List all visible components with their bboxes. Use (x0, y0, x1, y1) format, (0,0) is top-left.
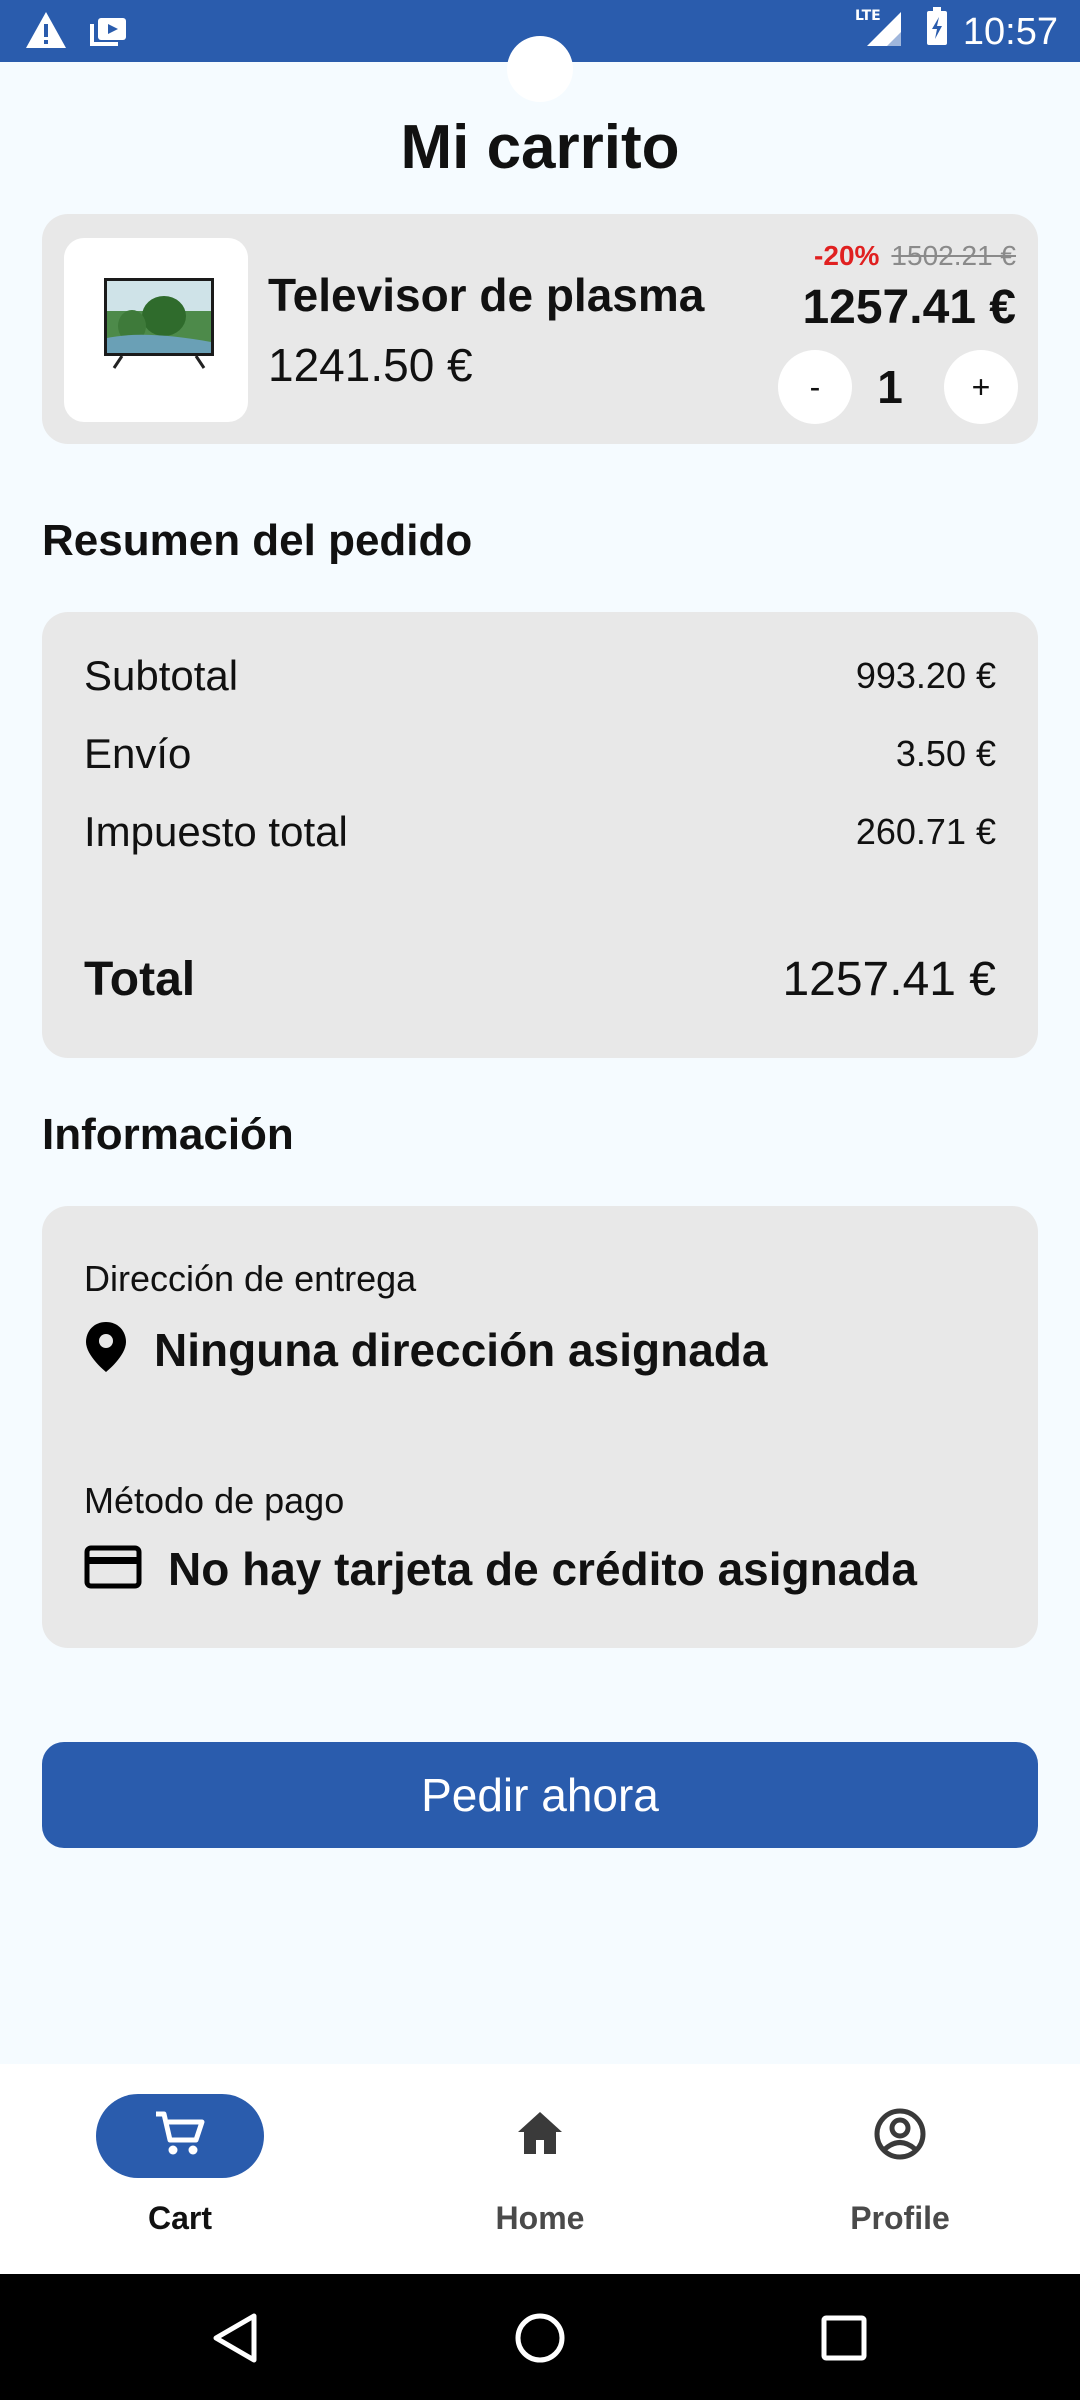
nav-label-home: Home (495, 2200, 585, 2236)
bottom-navigation: Cart Home Profile (0, 2064, 1080, 2274)
summary-value: 993.20 € (855, 655, 996, 696)
credit-card-icon (84, 1545, 142, 1594)
discount-badge: -20% (814, 240, 880, 271)
battery-icon (925, 7, 949, 57)
product-image[interactable] (64, 238, 248, 422)
summary-label: Impuesto total (84, 808, 348, 855)
nav-label-profile: Profile (850, 2200, 950, 2236)
summary-heading: Resumen del pedido (42, 516, 473, 565)
lte-signal-icon: LTE (855, 6, 911, 58)
summary-row-subtotal: Subtotal 993.20 € (84, 652, 996, 700)
original-price: 1502.21 € (891, 240, 1016, 271)
price-meta: -20% 1502.21 € (814, 240, 1016, 272)
product-name: Televisor de plasma (268, 269, 705, 321)
home-circle-icon[interactable] (514, 2312, 566, 2369)
product-unit-price: 1241.50 € (268, 339, 473, 391)
decrease-quantity-button[interactable]: - (778, 350, 852, 424)
quantity-value: 1 (877, 361, 903, 413)
nav-label-cart: Cart (147, 2200, 212, 2236)
summary-row-tax: Impuesto total 260.71 € (84, 808, 996, 856)
total-label: Total (84, 953, 196, 1006)
summary-value: 260.71 € (855, 811, 996, 852)
location-pin-icon (84, 1320, 128, 1379)
cart-item-card: Televisor de plasma 1241.50 € -20% 1502.… (42, 214, 1038, 444)
recents-icon[interactable] (820, 2314, 868, 2367)
order-summary-card: Subtotal 993.20 € Envío 3.50 € Impuesto … (42, 612, 1038, 1058)
nav-item-home[interactable]: Home (420, 2094, 660, 2237)
item-total-price: 1257.41 € (802, 281, 1016, 334)
payment-label: Método de pago (84, 1480, 345, 1521)
nav-item-profile[interactable]: Profile (780, 2094, 1020, 2237)
summary-label: Envío (84, 730, 192, 777)
info-heading: Información (42, 1110, 294, 1159)
address-label: Dirección de entrega (84, 1258, 417, 1299)
summary-row-shipping: Envío 3.50 € (84, 730, 996, 778)
back-icon[interactable] (210, 2312, 260, 2369)
profile-icon (872, 2106, 928, 2167)
page-title: Mi carrito (400, 113, 680, 182)
total-value: 1257.41 € (782, 953, 996, 1006)
payment-row[interactable]: No hay tarjeta de crédito asignada (84, 1542, 917, 1596)
nav-item-cart[interactable]: Cart (60, 2094, 300, 2237)
system-navigation-bar (0, 2274, 1080, 2400)
clock: 10:57 (962, 10, 1058, 53)
alert-icon (24, 10, 68, 55)
svg-text:LTE: LTE (855, 8, 881, 24)
summary-label: Subtotal (84, 652, 239, 699)
payment-value: No hay tarjeta de crédito asignada (168, 1543, 918, 1595)
cart-icon (152, 2106, 208, 2167)
order-now-button[interactable]: Pedir ahora (42, 1742, 1038, 1848)
home-icon (512, 2106, 568, 2167)
summary-row-total: Total 1257.41 € (84, 952, 996, 1007)
work-profile-icon (90, 10, 130, 55)
info-card: Dirección de entrega Ninguna dirección a… (42, 1206, 1038, 1648)
nav-indicator (96, 2094, 264, 2178)
increase-quantity-button[interactable]: + (944, 350, 1018, 424)
camera-cutout (507, 36, 573, 102)
summary-value: 3.50 € (895, 733, 996, 774)
address-row[interactable]: Ninguna dirección asignada (84, 1320, 767, 1379)
address-value: Ninguna dirección asignada (154, 1323, 768, 1376)
